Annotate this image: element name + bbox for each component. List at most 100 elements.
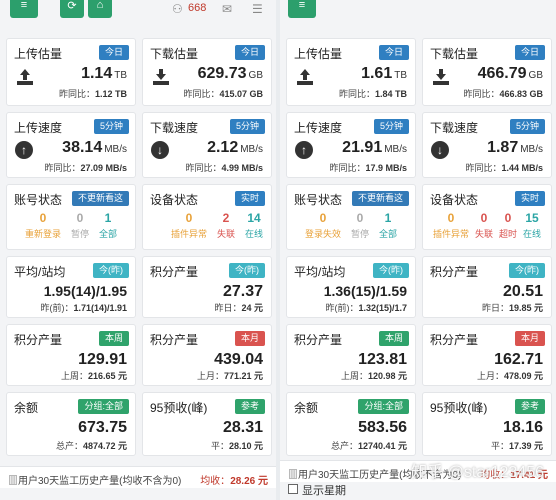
card-title: 设备状态 — [150, 193, 199, 207]
value: 439.04 — [214, 351, 263, 368]
period-badge[interactable]: 今(昨) — [93, 263, 129, 278]
group-badge[interactable]: 分组:全部 — [358, 399, 409, 414]
status-login-expired[interactable]: 0 登录失效 — [305, 211, 341, 240]
period-badge[interactable]: 今日 — [234, 45, 265, 60]
download-icon — [153, 69, 169, 85]
users-icon: ⚇ — [172, 2, 183, 16]
upload-icon — [297, 69, 313, 85]
status-paused[interactable]: 0 暂停 — [71, 211, 89, 240]
period-badge[interactable]: 本月 — [234, 331, 265, 346]
value: 28.31 — [222, 419, 263, 436]
avg-text: 平：28.10 元 — [210, 441, 263, 451]
value: 1.61 TB — [361, 65, 407, 82]
status-all[interactable]: 1 全部 — [99, 211, 117, 240]
period-badge[interactable]: 今日 — [378, 45, 409, 60]
download-estimate-card: 下载估量 今日 629.73 GB 昨同比：415.07 GB — [142, 38, 272, 106]
value: 27.37 — [222, 283, 263, 300]
history-footer: ▥用户30天监工历史产量(均收不含为0) 均收：28.26 元 — [0, 466, 276, 488]
avg-per-station-card: 平均/站均 今(昨) 1.36(15)/1.59 昨(前)：1.32(15)/1… — [286, 256, 416, 318]
period-badge[interactable]: 今(昨) — [509, 263, 545, 278]
download-estimate-card: 下载估量 今日 466.79 GB 昨同比：466.83 GB — [422, 38, 552, 106]
card-title: 上传速度 — [14, 121, 63, 135]
card-title: 余额 — [14, 401, 39, 415]
compare-text: 昨日：24 元 — [214, 303, 263, 313]
download-speed-card: 下载速度 5分钟 ↓ 2.12 MB/s 昨同比：4.99 MB/s — [142, 112, 272, 178]
reference-badge[interactable]: 参考 — [514, 399, 545, 414]
card-title: 下载估量 — [430, 47, 479, 61]
refresh-button[interactable]: ⟳ — [60, 0, 84, 18]
status-plugin-error[interactable]: 0 插件异常 — [433, 211, 469, 240]
period-badge[interactable]: 5分钟 — [93, 119, 129, 134]
menu-button[interactable]: ≡ — [288, 0, 316, 18]
value: 1.14 TB — [81, 65, 127, 82]
card-title: 平均/站均 — [14, 265, 66, 279]
status-timeout[interactable]: 0 超时 — [499, 211, 517, 240]
show-weekday-checkbox[interactable] — [288, 484, 298, 494]
value: 18.16 — [502, 419, 543, 436]
card-title: 下载速度 — [430, 121, 479, 135]
realtime-badge[interactable]: 实时 — [514, 191, 545, 206]
period-badge[interactable]: 今日 — [98, 45, 129, 60]
period-badge[interactable]: 本周 — [98, 331, 129, 346]
status-plugin-error[interactable]: 0 插件异常 — [171, 211, 207, 240]
status-online[interactable]: 15 在线 — [523, 211, 541, 240]
period-badge[interactable]: 今日 — [514, 45, 545, 60]
period-badge[interactable]: 本周 — [378, 331, 409, 346]
arrow-up-circle-icon: ↑ — [15, 141, 33, 159]
points-today-card: 积分产量 今(昨) 27.37 昨日：24 元 — [142, 256, 272, 318]
value: 129.91 — [78, 351, 127, 368]
card-title: 上传估量 — [294, 47, 343, 61]
period-badge[interactable]: 5分钟 — [229, 119, 265, 134]
status-online[interactable]: 14 在线 — [245, 211, 263, 240]
period-badge[interactable]: 5分钟 — [373, 119, 409, 134]
download-icon — [433, 69, 449, 85]
compare-text: 上周：216.65 元 — [60, 371, 127, 381]
right-panel: ≡ 上传估量 今日 1.61 TB 昨同比：1.84 TB 下载估量 今日 466… — [280, 0, 556, 500]
period-badge[interactable]: 5分钟 — [509, 119, 545, 134]
reference-badge[interactable]: 参考 — [234, 399, 265, 414]
avg-per-station-card: 平均/站均 今(昨) 1.95(14)/1.95 昨(前)：1.71(14)/1… — [6, 256, 136, 318]
value: 1.95(14)/1.95 — [43, 283, 127, 299]
download-speed-card: 下载速度 5分钟 ↓ 1.87 MB/s 昨同比：1.44 MB/s — [422, 112, 552, 178]
status-paused[interactable]: 0 暂停 — [351, 211, 369, 240]
status-relogin[interactable]: 0 重新登录 — [25, 211, 61, 240]
card-title: 积分产量 — [150, 265, 199, 279]
value: 673.75 — [78, 419, 127, 436]
compare-text: 上周：120.98 元 — [340, 371, 407, 381]
period-badge[interactable]: 今(昨) — [229, 263, 265, 278]
status-all[interactable]: 1 全部 — [379, 211, 397, 240]
card-title: 下载速度 — [150, 121, 199, 135]
compare-text: 昨(前)：1.71(14)/1.91 — [40, 303, 127, 313]
period-badge[interactable]: 本月 — [514, 331, 545, 346]
home-button[interactable]: ⌂ — [88, 0, 112, 18]
value: 162.71 — [494, 351, 543, 368]
card-title: 下载估量 — [150, 47, 199, 61]
arrow-down-circle-icon: ↓ — [431, 141, 449, 159]
card-title: 平均/站均 — [294, 265, 346, 279]
info-badge[interactable]: 不更新看这 — [71, 191, 129, 206]
compare-text: 上月：478.09 元 — [476, 371, 543, 381]
upload-estimate-card: 上传估量 今日 1.61 TB 昨同比：1.84 TB — [286, 38, 416, 106]
points-month-card: 积分产量 本月 162.71 上月：478.09 元 — [422, 324, 552, 386]
status-offline[interactable]: 2 失联 — [217, 211, 235, 240]
status-offline[interactable]: 0 失联 — [475, 211, 493, 240]
bar-chart-icon: ▥ — [8, 476, 18, 487]
upload-estimate-card: 上传估量 今日 1.14 TB 昨同比：1.12 TB — [6, 38, 136, 106]
arrow-up-circle-icon: ↑ — [295, 141, 313, 159]
card-title: 账号状态 — [14, 193, 63, 207]
balance-card: 余额 分组:全部 673.75 总产：4874.72 元 — [6, 392, 136, 456]
compare-text: 昨同比：1.12 TB — [58, 89, 127, 99]
group-badge[interactable]: 分组:全部 — [78, 399, 129, 414]
value: 629.73 GB — [197, 65, 263, 82]
period-badge[interactable]: 今(昨) — [373, 263, 409, 278]
upload-icon — [17, 69, 33, 85]
menu-icon[interactable]: ☰ — [252, 2, 263, 16]
value: 123.81 — [358, 351, 407, 368]
info-badge[interactable]: 不更新看这 — [351, 191, 409, 206]
realtime-badge[interactable]: 实时 — [234, 191, 265, 206]
mail-icon[interactable]: ✉ — [222, 2, 232, 16]
menu-button[interactable]: ≡ — [10, 0, 38, 18]
top-toolbar: ≡ — [280, 0, 556, 28]
compare-text: 昨同比：1.44 MB/s — [465, 163, 543, 173]
show-weekday-label[interactable]: 显示星期 — [302, 482, 346, 498]
